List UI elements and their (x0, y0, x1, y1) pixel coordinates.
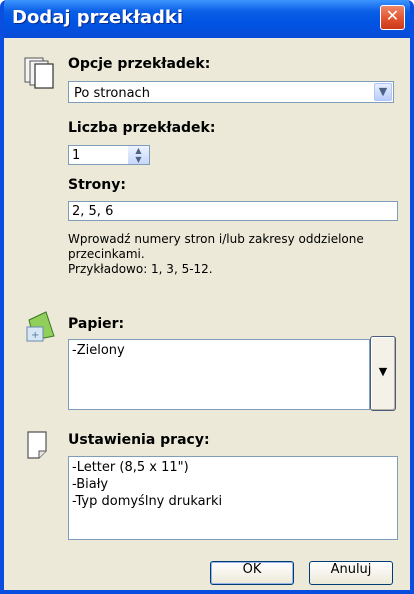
paper-box[interactable]: -Zielony (68, 339, 370, 410)
pages-input[interactable]: 2, 5, 6 (68, 201, 398, 221)
paper-tab-icon: + (26, 311, 55, 342)
title-bar: Dodaj przekładki ✕ (4, 0, 410, 38)
count-value: 1 (72, 148, 81, 163)
count-spinner[interactable]: ▲ ▼ (128, 145, 150, 165)
job-line: -Letter (8,5 x 11") (72, 460, 189, 475)
job-label: Ustawienia pracy: (68, 432, 210, 448)
pages-help: Wprowadź numery stron i/lub zakresy oddz… (68, 232, 364, 277)
job-line: -Biały (72, 477, 109, 492)
cancel-button[interactable]: Anuluj (309, 561, 393, 585)
options-select[interactable]: Po stronach ▼ (68, 81, 394, 103)
count-label: Liczba przekładek: (68, 120, 216, 136)
chevron-down-icon[interactable]: ▼ (374, 83, 392, 101)
svg-text:+: + (31, 330, 39, 341)
paper-label: Papier: (68, 316, 125, 332)
pages-help-line: Wprowadź numery stron i/lub zakresy oddz… (68, 232, 364, 246)
close-icon: ✕ (385, 6, 400, 25)
job-box: -Letter (8,5 x 11") -Biały -Typ domyślny… (68, 456, 398, 540)
pages-value: 2, 5, 6 (72, 204, 114, 219)
close-button[interactable]: ✕ (380, 5, 405, 30)
pages-help-line: przecinkami. (68, 247, 145, 261)
options-label: Opcje przekładek: (68, 56, 211, 72)
dialog-window: Dodaj przekładki ✕ Opcje przekładek: Po … (0, 0, 414, 594)
options-value: Po stronach (74, 86, 150, 101)
chevron-down-icon: ▼ (378, 365, 388, 378)
ok-button[interactable]: OK (210, 561, 294, 585)
dialog-title: Dodaj przekładki (12, 7, 184, 28)
count-input[interactable]: 1 (68, 145, 129, 165)
job-line: -Typ domyślny drukarki (72, 494, 223, 509)
paper-dropdown-button[interactable]: ▼ (370, 336, 396, 411)
paper-line: -Zielony (72, 343, 125, 358)
pages-stack-icon (24, 57, 54, 89)
spin-down-icon[interactable]: ▼ (128, 155, 149, 164)
page-icon (27, 431, 47, 459)
pages-label: Strony: (68, 177, 126, 193)
spin-up-icon[interactable]: ▲ (128, 146, 149, 155)
pages-help-line: Przykładowo: 1, 3, 5-12. (68, 262, 213, 276)
